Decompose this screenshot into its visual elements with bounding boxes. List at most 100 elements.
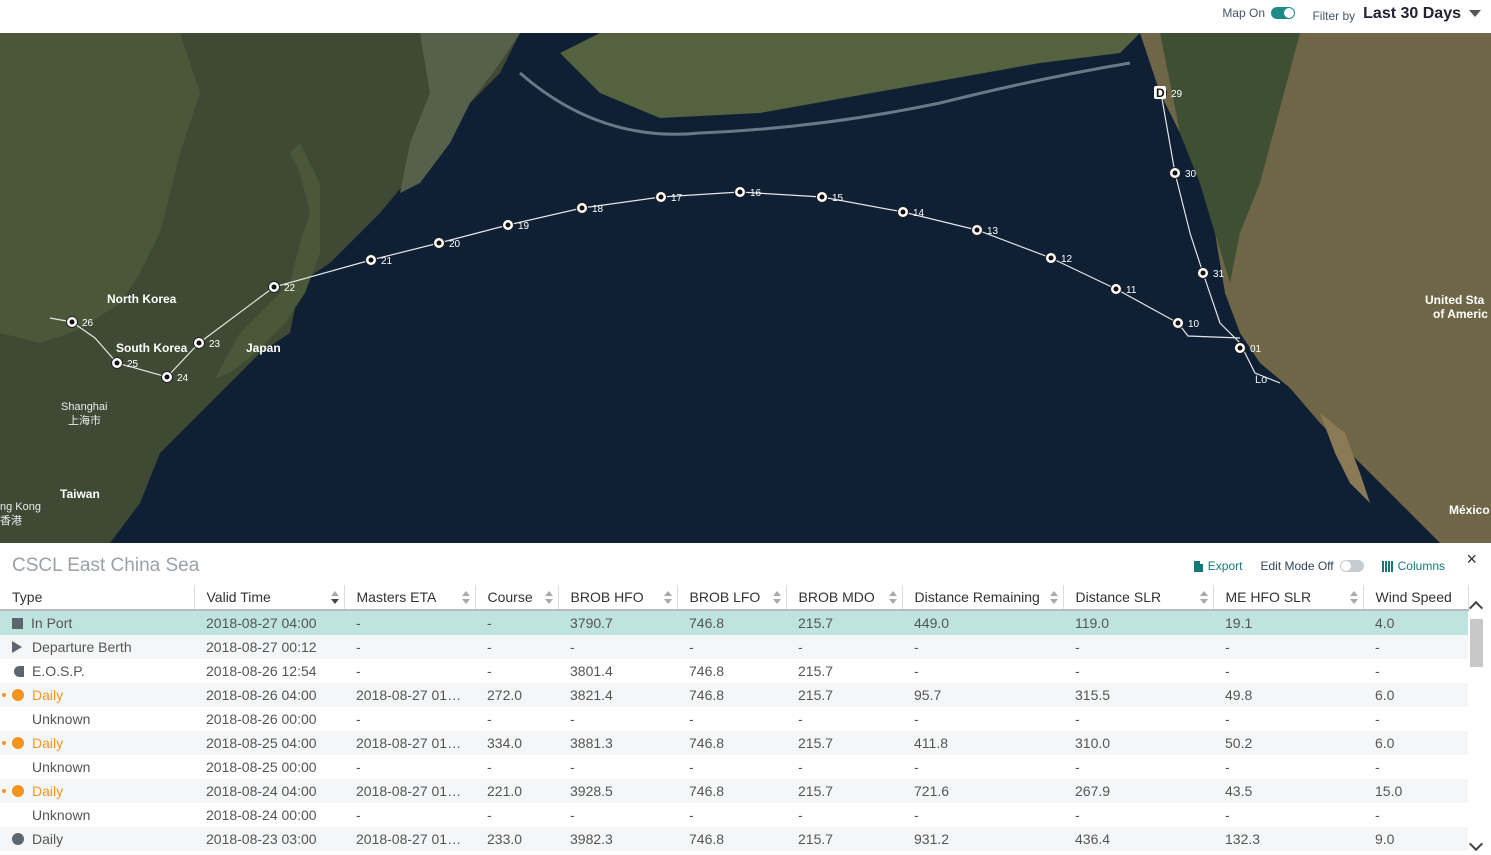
route-marker-label: 18 bbox=[592, 204, 604, 215]
voyage-map[interactable]: 10 11 12 13 14 15 16 17 18 19 20 21 22 23 24 25 26 29 30 31… bbox=[0, 33, 1491, 543]
label-hong-kong: ng Kong bbox=[0, 501, 41, 513]
close-icon[interactable]: × bbox=[1466, 549, 1477, 570]
table-row[interactable]: In Port 2018-08-27 04:00- -3790.7 746.8 215.… bbox=[0, 610, 1468, 635]
cell-wind-speed: 4.0 bbox=[1363, 610, 1468, 635]
label-united-states-2: of Americ bbox=[1433, 307, 1488, 321]
table-row[interactable]: Departure Berth 2018-08-27 00:12- - - - - - - - - bbox=[0, 635, 1468, 659]
sort-icon[interactable] bbox=[1349, 591, 1358, 604]
sort-icon[interactable] bbox=[1049, 591, 1058, 604]
map-canvas[interactable]: 10 11 12 13 14 15 16 17 18 19 20 21 22 23 24 25 26 29 30 31… bbox=[0, 33, 1491, 543]
cell-type: Unknown bbox=[0, 707, 194, 731]
cell-wind-speed: 6.0 bbox=[1363, 731, 1468, 755]
sort-icon[interactable] bbox=[888, 591, 897, 604]
route-marker-label: 17 bbox=[671, 193, 683, 204]
cell-course: 233.0 bbox=[475, 827, 558, 851]
columns-icon bbox=[1381, 560, 1393, 572]
cell-wind-speed: - bbox=[1375, 807, 1380, 823]
table-row[interactable]: Unknown 2018-08-25 00:00 - - - - - - - - - bbox=[0, 755, 1468, 779]
table-row[interactable]: E.O.S.P. 2018-08-26 12:54 - - 3801.4 746.8 215… bbox=[0, 659, 1468, 683]
sort-icon[interactable] bbox=[330, 591, 339, 604]
departure-marker[interactable]: D bbox=[1154, 86, 1166, 100]
type-label: Daily bbox=[32, 735, 64, 751]
cell-course: - bbox=[475, 610, 558, 635]
sort-icon[interactable] bbox=[663, 591, 672, 604]
cell-type: Unknown bbox=[0, 755, 194, 779]
cell-valid-time: 2018-08-26 04:00 bbox=[194, 683, 344, 707]
sort-icon[interactable] bbox=[544, 591, 553, 604]
cell-brob-mdo: 215.7 bbox=[786, 731, 902, 755]
half-circle-icon bbox=[14, 666, 24, 677]
chevron-down-icon[interactable] bbox=[1469, 10, 1481, 17]
cell-distance-remaining: - bbox=[914, 711, 919, 727]
cell-distance-slr: 436.4 bbox=[1063, 827, 1213, 851]
table-header-row: Type Valid Time Masters ETA Course BROB … bbox=[0, 585, 1469, 611]
cell-brob-lfo: - bbox=[689, 759, 694, 775]
col-header-me-hfo-slr[interactable]: ME HFO SLR bbox=[1213, 585, 1364, 611]
cell-me-hfo-slr: - bbox=[1213, 635, 1363, 659]
edit-mode-toggle[interactable]: Edit Mode Off bbox=[1260, 559, 1364, 573]
cell-distance-slr: 267.9 bbox=[1063, 779, 1213, 803]
col-header-course[interactable]: Course bbox=[475, 585, 559, 611]
scroll-down-icon[interactable] bbox=[1468, 836, 1484, 852]
route-marker-label: 25 bbox=[127, 359, 139, 370]
cell-brob-lfo: 746.8 bbox=[677, 779, 786, 803]
map-toggle[interactable]: Map On bbox=[1222, 6, 1295, 20]
cell-type: Unknown bbox=[0, 803, 194, 827]
cell-me-hfo-slr: 132.3 bbox=[1213, 827, 1363, 851]
col-header-distance-slr[interactable]: Distance SLR bbox=[1063, 585, 1214, 611]
col-header-distance-remaining[interactable]: Distance Remaining bbox=[902, 585, 1064, 611]
orange-dot-icon bbox=[12, 737, 24, 749]
cell-valid-time: 2018-08-25 00:00 bbox=[206, 759, 317, 775]
cell-wind-speed: - bbox=[1375, 663, 1380, 679]
table-scrollbar[interactable] bbox=[1468, 600, 1484, 852]
cell-valid-time: 2018-08-24 00:00 bbox=[206, 807, 317, 823]
col-header-brob-hfo[interactable]: BROB HFO bbox=[558, 585, 678, 611]
table-row[interactable]: Daily 2018-08-25 04:00 2018-08-27 01:00 334… bbox=[0, 731, 1468, 755]
route-marker-label: 21 bbox=[381, 256, 393, 267]
col-header-brob-mdo[interactable]: BROB MDO bbox=[786, 585, 903, 611]
scroll-up-icon[interactable] bbox=[1468, 600, 1484, 616]
sort-icon[interactable] bbox=[461, 591, 470, 604]
cell-distance-slr: - bbox=[1075, 663, 1080, 679]
route-marker-label: 26 bbox=[82, 318, 94, 329]
map-toggle-switch[interactable] bbox=[1271, 7, 1295, 19]
route-marker-label: 31 bbox=[1213, 269, 1225, 280]
edit-mode-switch[interactable] bbox=[1339, 560, 1364, 572]
cell-brob-mdo: 215.7 bbox=[786, 779, 902, 803]
cell-masters-eta: 2018-08-27 01:00 bbox=[344, 683, 475, 707]
export-button[interactable]: Export bbox=[1193, 559, 1242, 573]
cell-brob-hfo: - bbox=[558, 635, 677, 659]
sort-icon[interactable] bbox=[1199, 591, 1208, 604]
indicator-dot-icon bbox=[2, 693, 6, 697]
cell-type: Daily bbox=[0, 779, 194, 803]
route-marker-label: 30 bbox=[1185, 169, 1197, 180]
cell-brob-mdo: 215.7 bbox=[786, 683, 902, 707]
col-header-masters-eta[interactable]: Masters ETA bbox=[344, 585, 476, 611]
route-marker-label: 15 bbox=[832, 193, 844, 204]
filter-value[interactable]: Last 30 Days bbox=[1363, 5, 1461, 23]
table-row[interactable]: Daily 2018-08-26 04:00 2018-08-27 01:00 272… bbox=[0, 683, 1468, 707]
col-header-brob-lfo[interactable]: BROB LFO bbox=[677, 585, 787, 611]
table-row[interactable]: Unknown 2018-08-26 00:00 - - - - - - - - - bbox=[0, 707, 1468, 731]
table-row[interactable]: Daily 2018-08-24 04:00 2018-08-27 01:00 221… bbox=[0, 779, 1468, 803]
sort-icon[interactable] bbox=[772, 591, 781, 604]
columns-button[interactable]: Columns bbox=[1381, 559, 1445, 573]
filter-dropdown[interactable]: Filter by Last 30 Days bbox=[1312, 4, 1481, 23]
cell-masters-eta: - bbox=[356, 759, 361, 775]
cell-brob-hfo: 3790.7 bbox=[558, 610, 677, 635]
cell-course: 334.0 bbox=[475, 731, 558, 755]
route-marker-label: 11 bbox=[1126, 285, 1137, 296]
cell-brob-hfo: 3801.4 bbox=[570, 663, 613, 679]
cell-brob-lfo: - bbox=[689, 807, 694, 823]
col-header-type[interactable]: Type bbox=[0, 585, 195, 611]
col-header-valid-time[interactable]: Valid Time bbox=[194, 585, 345, 611]
table-row[interactable]: Unknown 2018-08-24 00:00 - - - - - - - - - bbox=[0, 803, 1468, 827]
cell-valid-time: 2018-08-27 00:12 bbox=[194, 635, 344, 659]
cell-distance-remaining: - bbox=[914, 807, 919, 823]
edit-mode-label: Edit Mode Off bbox=[1260, 559, 1334, 573]
cell-brob-lfo: - bbox=[689, 711, 694, 727]
cell-brob-mdo: - bbox=[798, 759, 803, 775]
col-header-wind-speed[interactable]: Wind Speed bbox=[1363, 585, 1469, 611]
table-row[interactable]: Daily 2018-08-23 03:00 2018-08-27 01:00 233… bbox=[0, 827, 1468, 851]
scroll-thumb[interactable] bbox=[1470, 619, 1483, 667]
